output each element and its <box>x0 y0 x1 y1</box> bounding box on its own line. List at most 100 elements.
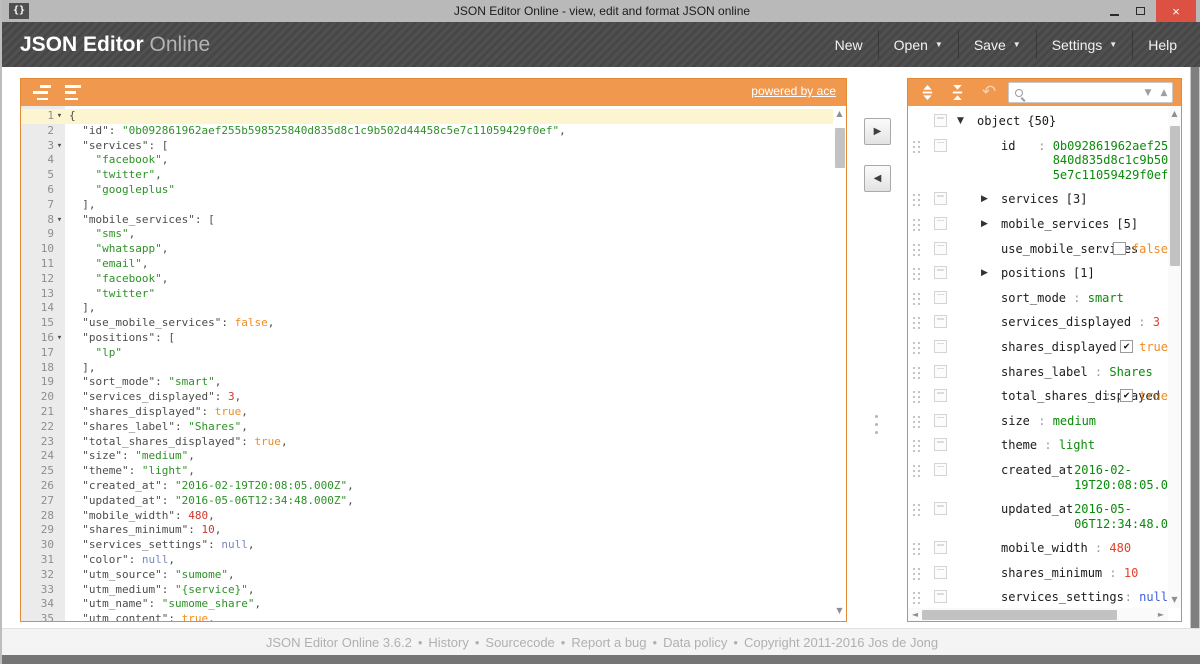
footer-link[interactable]: Report a bug <box>571 635 646 650</box>
code-text[interactable]: "total_shares_displayed": true, <box>65 435 833 450</box>
minimize-button[interactable] <box>1102 0 1126 22</box>
code-line[interactable]: 30 "services_settings": null, <box>21 538 833 553</box>
code-text[interactable]: "updated_at": "2016-05-06T12:34:48.000Z"… <box>65 494 833 509</box>
drag-handle-icon[interactable] <box>912 366 922 379</box>
code-line[interactable]: 6 "googleplus" <box>21 183 833 198</box>
field-value[interactable]: true <box>1139 340 1168 355</box>
fold-toggle-icon[interactable]: ▾ <box>54 331 65 346</box>
code-text[interactable]: "lp" <box>65 346 833 361</box>
checkbox-unchecked[interactable] <box>1113 242 1126 255</box>
field-value[interactable]: 2016-05- 06T12:34:48.0 <box>1074 502 1168 531</box>
drag-handle-icon[interactable] <box>912 390 922 403</box>
field-name[interactable]: use_mobile_services <box>1001 242 1090 257</box>
page-scrollbar-thumb[interactable] <box>1191 67 1199 628</box>
scroll-right-icon[interactable]: ► <box>1155 608 1167 621</box>
footer-link[interactable]: History <box>428 635 468 650</box>
scroll-down-icon[interactable]: ▼ <box>1168 594 1181 606</box>
field-value[interactable]: 2016-02- 19T20:08:05.0 <box>1074 463 1168 492</box>
code-line[interactable]: 16▾ "positions": [ <box>21 331 833 346</box>
menu-item-save[interactable]: Save▼ <box>959 22 1036 67</box>
code-line[interactable]: 31 "color": null, <box>21 553 833 568</box>
drag-handle-icon[interactable] <box>912 218 922 231</box>
field-name[interactable]: shares_minimum <box>1001 566 1102 581</box>
code-text[interactable]: "use_mobile_services": false, <box>65 316 833 331</box>
code-line[interactable]: 17 "lp" <box>21 346 833 361</box>
menu-item-open[interactable]: Open▼ <box>879 22 958 67</box>
code-line[interactable]: 20 "services_displayed": 3, <box>21 390 833 405</box>
field-name[interactable]: total_shares_displayed <box>1001 389 1097 404</box>
code-line[interactable]: 14 ], <box>21 301 833 316</box>
footer-link[interactable]: Sourcecode <box>485 635 554 650</box>
field-value[interactable]: light <box>1059 438 1095 453</box>
compact-json-icon[interactable] <box>65 85 85 100</box>
row-actions-button[interactable] <box>934 340 947 353</box>
undo-button[interactable]: ↶ <box>978 83 1000 102</box>
field-name[interactable]: object <box>977 114 1020 129</box>
drag-handle-icon[interactable] <box>912 591 922 604</box>
field-name[interactable]: services_displayed <box>1001 315 1131 330</box>
field-value[interactable]: Shares <box>1109 365 1152 380</box>
code-text[interactable]: ], <box>65 198 833 213</box>
code-line[interactable]: 12 "facebook", <box>21 272 833 287</box>
chevron-collapsed-icon[interactable]: ▶ <box>981 192 995 207</box>
code-line[interactable]: 4 "facebook", <box>21 153 833 168</box>
checkbox-checked[interactable]: ✔ <box>1120 340 1133 353</box>
field-value[interactable]: smart <box>1088 291 1124 306</box>
row-actions-button[interactable] <box>934 139 947 152</box>
code-line[interactable]: 27 "updated_at": "2016-05-06T12:34:48.00… <box>21 494 833 509</box>
row-actions-button[interactable] <box>934 389 947 402</box>
code-text[interactable]: "created_at": "2016-02-19T20:08:05.000Z"… <box>65 479 833 494</box>
code-text[interactable]: { <box>65 109 833 124</box>
row-actions-button[interactable] <box>934 541 947 554</box>
code-line[interactable]: 32 "utm_source": "sumome", <box>21 568 833 583</box>
field-name[interactable]: updated_at <box>1001 502 1052 517</box>
footer-link[interactable]: Data policy <box>663 635 727 650</box>
tree-hscrollbar-thumb[interactable] <box>922 610 1117 620</box>
code-line[interactable]: 33 "utm_medium": "{service}", <box>21 583 833 598</box>
drag-handle-icon[interactable] <box>912 567 922 580</box>
row-actions-button[interactable] <box>934 590 947 603</box>
row-actions-button[interactable] <box>934 502 947 515</box>
field-value[interactable]: true <box>1139 389 1168 404</box>
field-name[interactable]: size <box>1001 414 1031 429</box>
field-name[interactable]: positions <box>1001 266 1066 281</box>
drag-handle-icon[interactable] <box>912 193 922 206</box>
field-name[interactable]: shares_label <box>1001 365 1088 380</box>
close-button[interactable]: × <box>1156 0 1196 22</box>
code-text[interactable]: "shares_minimum": 10, <box>65 523 833 538</box>
checkbox-checked[interactable]: ✔ <box>1120 389 1133 402</box>
code-text[interactable]: "utm_medium": "{service}", <box>65 583 833 598</box>
expand-all-button[interactable] <box>916 83 938 102</box>
maximize-button[interactable] <box>1128 0 1152 22</box>
row-actions-button[interactable] <box>934 192 947 205</box>
code-line[interactable]: 25 "theme": "light", <box>21 464 833 479</box>
search-previous-button[interactable]: ▲ <box>1156 88 1172 98</box>
code-editor[interactable]: 1▾{2 "id": "0b092861962aef255b598525840d… <box>21 106 846 621</box>
menu-item-new[interactable]: New <box>820 22 878 67</box>
field-value[interactable]: medium <box>1053 414 1096 429</box>
row-actions-button[interactable] <box>934 315 947 328</box>
code-line[interactable]: 23 "total_shares_displayed": true, <box>21 435 833 450</box>
tree-horizontal-scrollbar[interactable]: ◄ ► <box>908 608 1168 621</box>
tree-vertical-scrollbar[interactable]: ▲ ▼ <box>1168 106 1181 608</box>
row-actions-button[interactable] <box>934 414 947 427</box>
code-line[interactable]: 21 "shares_displayed": true, <box>21 405 833 420</box>
field-name[interactable]: shares_displayed <box>1001 340 1097 355</box>
drag-handle-icon[interactable] <box>912 415 922 428</box>
code-text[interactable]: ], <box>65 301 833 316</box>
code-text[interactable]: "mobile_services": [ <box>65 213 833 228</box>
code-text[interactable]: "twitter", <box>65 168 833 183</box>
code-line[interactable]: 11 "email", <box>21 257 833 272</box>
panel-splitter-handle[interactable] <box>875 415 878 434</box>
field-value[interactable]: 480 <box>1109 541 1131 556</box>
drag-handle-icon[interactable] <box>912 316 922 329</box>
code-line[interactable]: 29 "shares_minimum": 10, <box>21 523 833 538</box>
field-value[interactable]: false <box>1132 242 1168 257</box>
field-name[interactable]: id <box>1001 139 1031 154</box>
code-text[interactable]: "services_displayed": 3, <box>65 390 833 405</box>
powered-by-ace-link[interactable]: powered by ace <box>751 84 836 98</box>
row-actions-button[interactable] <box>934 217 947 230</box>
code-line[interactable]: 9 "sms", <box>21 227 833 242</box>
page-scrollbar[interactable] <box>1190 67 1200 628</box>
fold-toggle-icon[interactable]: ▾ <box>54 139 65 154</box>
